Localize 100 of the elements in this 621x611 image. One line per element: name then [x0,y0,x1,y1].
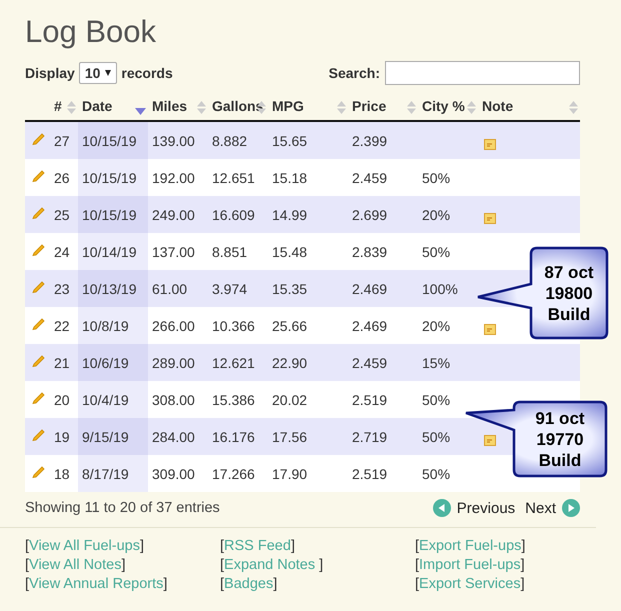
table-cell: 20% [422,318,450,334]
pencil-icon[interactable] [32,168,46,182]
table-cell: 23 [54,280,70,296]
table-cell: 17.56 [272,428,308,444]
table-cell: 15.18 [272,170,308,186]
search-label: Search: [328,65,380,81]
page-size-select[interactable]: 10 [78,62,118,84]
table-cell: 10.366 [212,318,255,334]
bracket: ] [273,576,278,592]
table-cell: 2.699 [352,206,388,222]
table-cell: 2.459 [352,170,388,186]
table-cell: 3.974 [212,280,248,296]
table-cell: 24 [54,244,70,260]
table-cell: 16.176 [212,428,255,444]
bracket: [ [25,576,30,592]
table-cell: 10/15/19 [82,206,136,222]
bracket: [ [25,557,30,573]
bracket: [ [415,557,420,573]
bracket: [ [220,557,224,573]
bracket: ] [521,538,526,554]
pencil-icon[interactable] [32,242,46,256]
pencil-icon[interactable] [32,278,46,292]
table-cell: 10/8/19 [82,318,129,334]
table-cell: 50% [422,428,450,444]
table-cell: 20.02 [272,392,308,408]
table-cell: 25 [54,206,70,222]
page-title: Log Book [25,13,157,51]
entries-info: Showing 11 to 20 of 37 entries [25,500,220,516]
note-icon[interactable] [484,324,496,335]
table-cell: 17.266 [212,466,255,482]
table-cell: 137.00 [152,244,195,260]
bracket: ] [140,538,144,554]
bracket: ] [520,557,525,573]
table-cell: 309.00 [152,466,195,482]
table-cell: 8.851 [212,244,248,260]
callout-text: 91 oct 19770 Build [535,408,585,470]
note-icon[interactable] [484,213,496,224]
pencil-icon[interactable] [32,204,46,218]
table-cell: 12.651 [212,170,255,186]
table-cell: 15.35 [272,280,308,296]
bracket: ] [290,538,295,554]
table-cell: 22.90 [272,354,308,370]
table-cell: 26 [54,170,70,186]
note-icon[interactable] [484,139,496,150]
bracket: [ [25,538,30,554]
table-cell: 25.66 [272,318,308,334]
table-cell: 15.48 [272,244,308,260]
previous-button[interactable]: Previous [432,499,516,517]
bracket: ] [520,576,525,592]
table-cell: 249.00 [152,206,195,222]
table-cell: 50% [422,466,450,482]
table-cell: 16.609 [212,206,255,222]
search-field[interactable] [385,61,580,85]
callout-text: 87 oct 19800 Build [544,262,594,324]
table-cell: 12.621 [212,354,255,370]
table-cell: 10/15/19 [82,170,136,186]
table-cell: 2.399 [352,132,388,148]
table-cell: 10/15/19 [82,132,136,148]
table-cell: 50% [422,392,450,408]
table-cell: 289.00 [152,354,195,370]
note-icon[interactable] [484,435,496,446]
table-cell: 2.469 [352,318,388,334]
bracket: ] [163,576,168,592]
table-cell: 15% [422,354,450,370]
table-cell: 15.386 [212,392,255,408]
table-cell: 20% [422,206,450,222]
table-cell: 17.90 [272,466,308,482]
table-cell: 9/15/19 [82,428,129,444]
table-cell: 10/14/19 [82,244,136,260]
table-cell: 61.00 [152,280,188,296]
table-cell: 8/17/19 [82,466,129,482]
sort-descending-icon[interactable] [135,108,146,115]
table-cell: 284.00 [152,428,195,444]
table-cell: 2.519 [352,392,388,408]
table-cell: 8.882 [212,132,248,148]
table-cell: 192.00 [152,170,195,186]
table-cell: 50% [422,170,450,186]
table-cell: 50% [422,244,450,260]
pencil-icon[interactable] [32,390,46,404]
bracket: ] [319,557,324,573]
bracket: [ [415,538,420,554]
table-cell: 19 [54,428,70,444]
table-cell: 15.65 [272,132,308,148]
bracket: ] [121,557,126,573]
pencil-icon[interactable] [32,316,46,330]
table-cell: 22 [54,318,70,334]
table-cell: 2.519 [352,466,388,482]
next-button[interactable]: Next [525,499,580,517]
pencil-icon[interactable] [32,130,46,144]
table-cell: 2.719 [352,428,388,444]
pencil-icon[interactable] [32,464,46,478]
table-cell: 27 [54,132,70,148]
table-cell: 139.00 [152,132,195,148]
bracket: [ [220,576,224,592]
table-cell: 21 [54,354,70,370]
pencil-icon[interactable] [32,352,46,366]
table-cell: 10/4/19 [82,392,129,408]
table-cell: 20 [54,392,70,408]
table-cell: 266.00 [152,318,195,334]
pencil-icon[interactable] [32,426,46,440]
